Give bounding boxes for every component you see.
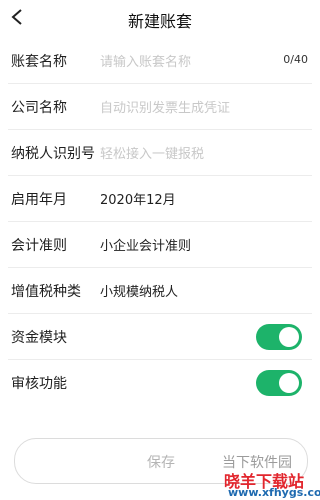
vat-type-label: 增值税种类: [11, 284, 81, 300]
company-name-row: 公司名称 自动识别发票生成凭证: [8, 84, 312, 130]
accounting-standard-label: 会计准则: [11, 238, 67, 254]
company-name-label: 公司名称: [11, 100, 67, 116]
vat-type-row[interactable]: 增值税种类 小规模纳税人: [8, 268, 312, 314]
vat-type-value[interactable]: 小规模纳税人: [100, 281, 178, 300]
ledger-name-row: 账套名称 请输入账套名称 0/40: [8, 38, 312, 84]
funds-module-row: 资金模块: [8, 314, 312, 360]
funds-module-toggle[interactable]: [256, 324, 302, 350]
review-function-toggle[interactable]: [256, 370, 302, 396]
watermark-url: www.xfhygs.com: [228, 486, 320, 499]
start-month-row[interactable]: 启用年月 2020年12月: [8, 176, 312, 222]
form: 账套名称 请输入账套名称 0/40 公司名称 自动识别发票生成凭证 纳税人识别号…: [0, 38, 320, 405]
taxpayer-id-row: 纳税人识别号 轻松接入一键报税: [8, 130, 312, 176]
accounting-standard-value[interactable]: 小企业会计准则: [100, 235, 191, 254]
review-function-row: 审核功能: [8, 360, 312, 405]
taxpayer-id-input[interactable]: 轻松接入一键报税: [100, 143, 204, 162]
start-month-label: 启用年月: [11, 192, 67, 208]
company-name-input[interactable]: 自动识别发票生成凭证: [100, 97, 230, 116]
top-bar: 新建账套: [0, 0, 320, 36]
accounting-standard-row[interactable]: 会计准则 小企业会计准则: [8, 222, 312, 268]
toggle-knob: [279, 327, 299, 347]
taxpayer-id-label: 纳税人识别号: [11, 146, 95, 162]
toggle-knob: [279, 373, 299, 393]
review-function-label: 审核功能: [11, 376, 67, 392]
page-title: 新建账套: [127, 12, 192, 31]
funds-module-label: 资金模块: [11, 330, 67, 346]
char-counter: 0/40: [283, 53, 308, 66]
ledger-name-label: 账套名称: [11, 54, 67, 70]
start-month-value[interactable]: 2020年12月: [100, 189, 176, 208]
ledger-name-input[interactable]: 请输入账套名称: [100, 51, 191, 70]
